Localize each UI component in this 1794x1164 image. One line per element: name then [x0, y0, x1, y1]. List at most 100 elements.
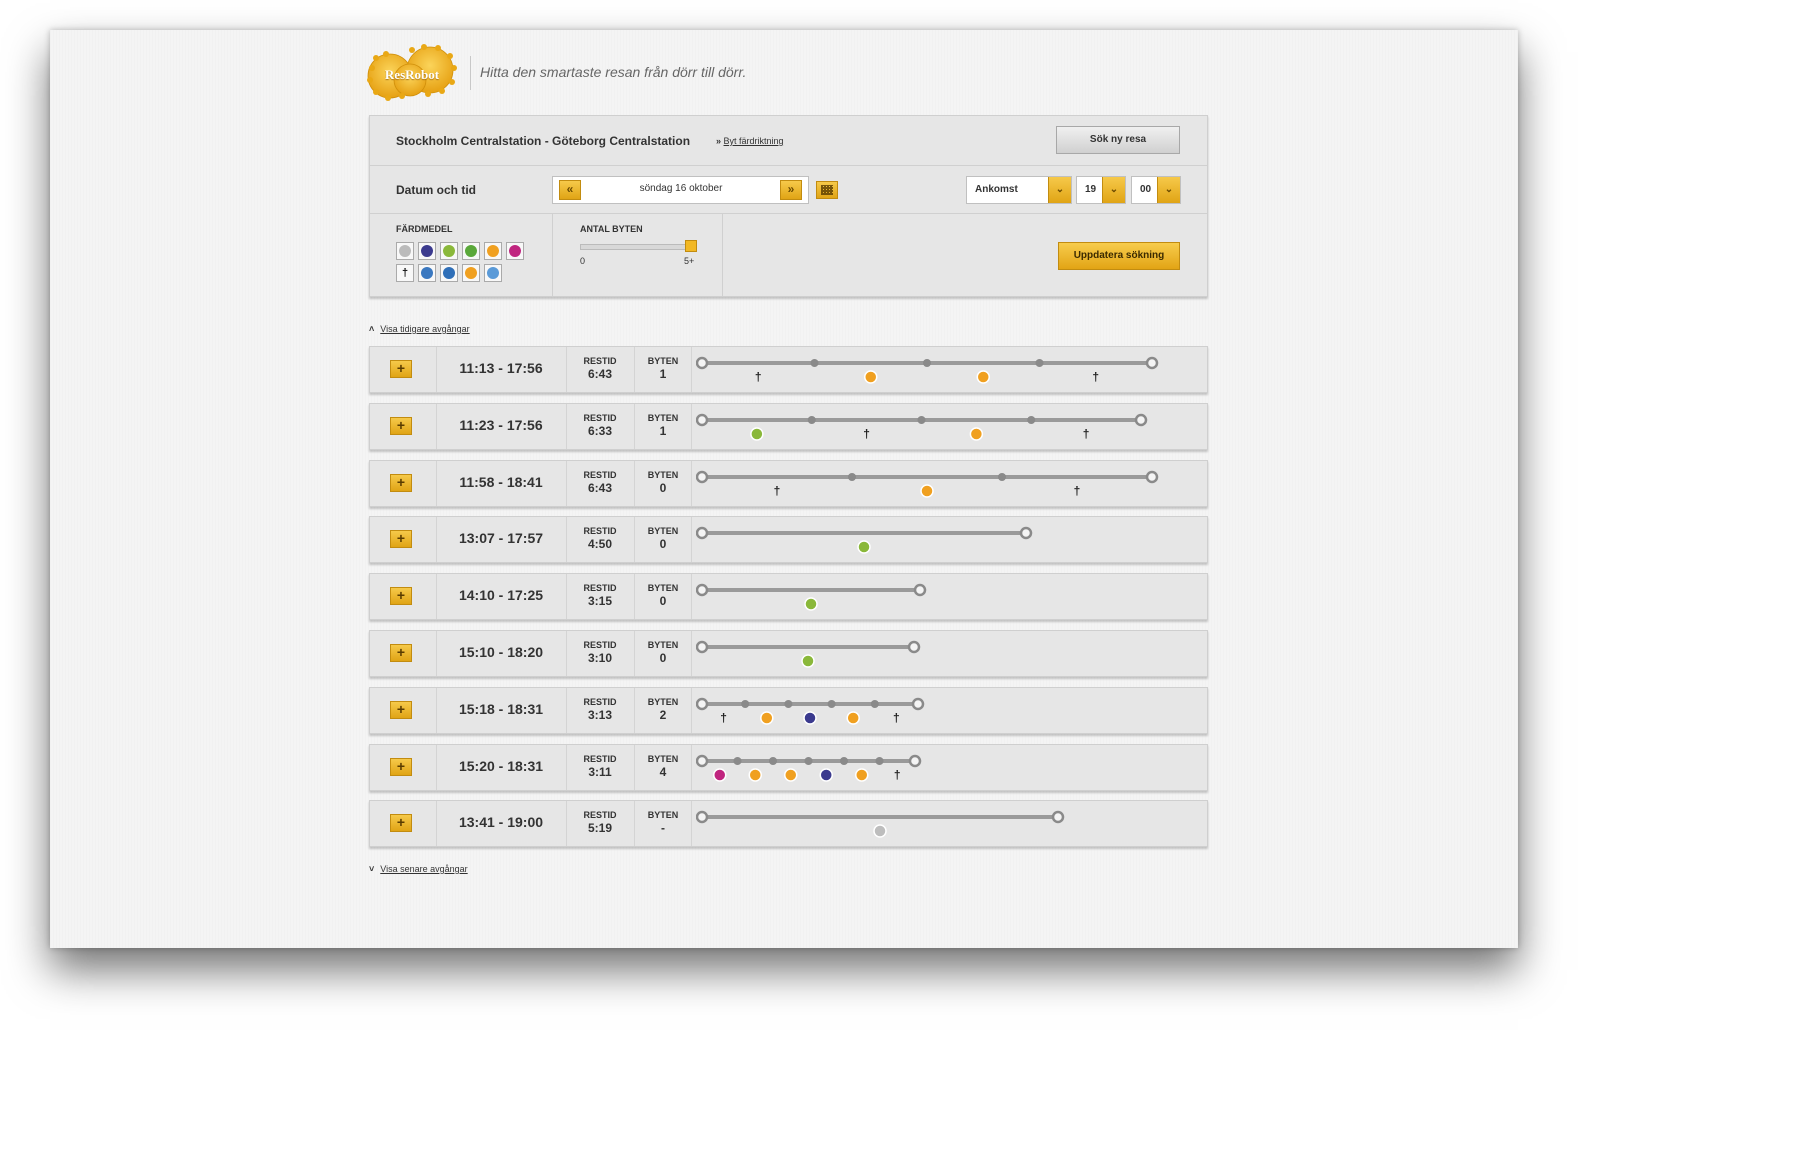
train-icon [920, 483, 934, 498]
divider [566, 347, 567, 392]
transfer-stop [870, 699, 879, 708]
divider [691, 687, 692, 733]
svg-text:†: † [893, 711, 900, 725]
expand-button[interactable]: + [390, 360, 412, 378]
bus-icon[interactable] [396, 242, 414, 260]
show-later-link[interactable]: ˅ Visa senare avgångar [369, 864, 468, 874]
travel-time-cell: RESTID 6:43 [570, 470, 630, 495]
trip-row[interactable]: +13:41 - 19:00 RESTID 5:19 BYTEN - [369, 800, 1208, 848]
previous-day-button[interactable]: « [559, 180, 581, 200]
update-search-button[interactable]: Uppdatera sökning [1058, 242, 1180, 270]
calendar-icon[interactable] [816, 181, 838, 199]
train-icon [784, 767, 798, 782]
travel-time-value: 6:43 [587, 480, 613, 495]
travel-time-value: 4:50 [587, 537, 613, 552]
expand-button[interactable]: + [390, 587, 412, 606]
train-icon[interactable] [484, 242, 502, 260]
train-icon [846, 711, 860, 725]
trip-row[interactable]: +14:10 - 17:25 RESTID 3:15 BYTEN 0 [369, 573, 1208, 621]
trip-times: 13:41 - 19:00 [458, 814, 544, 831]
express-train-icon[interactable] [462, 264, 480, 282]
travel-time-cell: RESTID 6:43 [570, 356, 630, 381]
metro-icon[interactable] [506, 242, 524, 260]
changes-slider-track[interactable] [580, 244, 692, 250]
walk-icon[interactable]: † [396, 264, 414, 282]
travel-time-value: 6:33 [587, 423, 613, 438]
tram-icon[interactable] [418, 264, 436, 282]
trip-row[interactable]: +15:10 - 18:20 RESTID 3:10 BYTEN 0 [369, 630, 1208, 677]
expand-button[interactable]: + [390, 644, 412, 662]
ferry-icon[interactable] [484, 264, 502, 282]
transfer-stop [769, 756, 777, 765]
divider [566, 517, 567, 563]
divider [566, 460, 567, 506]
expand-button[interactable]: + [390, 700, 412, 719]
trip-times: 15:18 - 18:31 [458, 700, 544, 717]
changes-label: BYTEN [647, 469, 679, 480]
trip-timeline: † † [696, 413, 1148, 441]
route-row: Stockholm Centralstation - Göteborg Cent… [370, 116, 1207, 166]
changes-value: 0 [659, 537, 667, 552]
divider [552, 214, 553, 296]
hour-select[interactable]: 19 ⌄ [1076, 176, 1126, 204]
show-earlier-link[interactable]: ˄ Visa tidigare avgångar [369, 324, 470, 334]
trip-timeline [696, 583, 927, 611]
travel-time-cell: RESTID 3:11 [570, 754, 630, 779]
train-icon [855, 767, 869, 782]
trip-times: 13:07 - 17:57 [458, 530, 544, 547]
changes-max: 5+ [684, 256, 695, 266]
expand-button[interactable]: + [390, 473, 412, 492]
changes-label: BYTEN [647, 810, 679, 821]
travel-time-label: RESTID [583, 810, 617, 821]
swap-label: Byt färdriktning [723, 136, 784, 146]
next-day-button[interactable]: » [780, 180, 802, 200]
walk-icon: † [894, 768, 901, 782]
trip-row[interactable]: +15:20 - 18:31 RESTID 3:11 BYTEN 4 † [369, 743, 1208, 791]
travel-time-cell: RESTID 6:33 [570, 413, 630, 438]
trip-row[interactable]: +11:23 - 17:56 RESTID 6:33 BYTEN 1 † † [369, 402, 1208, 450]
walk-icon: † [863, 427, 870, 441]
travel-time-value: 3:10 [587, 651, 613, 665]
start-stop [696, 527, 709, 540]
tagline: Hitta den smartaste resan från dörr till… [480, 64, 747, 80]
transfer-stop [827, 699, 836, 708]
trip-times: 11:23 - 17:56 [459, 416, 543, 433]
divider [566, 687, 567, 733]
chevron-down-icon: ⌄ [1102, 177, 1125, 203]
airplane-icon[interactable] [418, 242, 436, 260]
expand-button[interactable]: + [390, 416, 412, 435]
expand-button[interactable]: + [390, 814, 412, 833]
travel-time-label: RESTID [583, 526, 617, 537]
minute-select[interactable]: 00 ⌄ [1131, 176, 1181, 204]
expand-button[interactable]: + [390, 757, 412, 776]
resrobot-logo[interactable]: ResRobot [366, 44, 458, 102]
local-train-icon[interactable] [462, 242, 480, 260]
trip-row[interactable]: +13:07 - 17:57 RESTID 4:50 BYTEN 0 [369, 516, 1208, 564]
changes-label: BYTEN [647, 583, 679, 594]
date-picker: « söndag 16 oktober » [552, 176, 809, 204]
travel-time-cell: RESTID 5:19 [570, 810, 630, 835]
show-earlier-label: Visa tidigare avgångar [380, 324, 470, 334]
commuter-train-icon [857, 540, 871, 555]
changes-label: BYTEN [647, 753, 679, 764]
walk-icon: † [720, 711, 727, 725]
commuter-train-icon[interactable] [440, 242, 458, 260]
changes-slider-handle[interactable] [685, 240, 697, 252]
expand-button[interactable]: + [390, 530, 412, 549]
swap-direction-link[interactable]: » Byt färdriktning [716, 136, 784, 146]
trip-times: 15:10 - 18:20 [458, 644, 544, 660]
walk-icon: † [1083, 427, 1090, 441]
new-search-button[interactable]: Sök ny resa [1056, 126, 1180, 154]
arrival-departure-select[interactable]: Ankomst ⌄ [966, 176, 1072, 204]
trip-row[interactable]: +11:13 - 17:56 RESTID 6:43 BYTEN 1 † † [369, 346, 1208, 393]
end-stop [908, 754, 922, 767]
browser-window: ResRobot Hitta den smartaste resan från … [50, 30, 1518, 948]
trip-row[interactable]: +11:58 - 18:41 RESTID 6:43 BYTEN 0 † † [369, 459, 1208, 507]
hour-value: 19 [1085, 184, 1097, 195]
transport-label: FÄRDMEDEL [396, 224, 453, 234]
train-icon [864, 370, 878, 384]
date-time-label: Datum och tid [396, 183, 476, 197]
trip-row[interactable]: +15:18 - 18:31 RESTID 3:13 BYTEN 2 † † [369, 686, 1208, 734]
start-stop [696, 640, 709, 654]
regional-train-icon[interactable] [440, 264, 458, 282]
